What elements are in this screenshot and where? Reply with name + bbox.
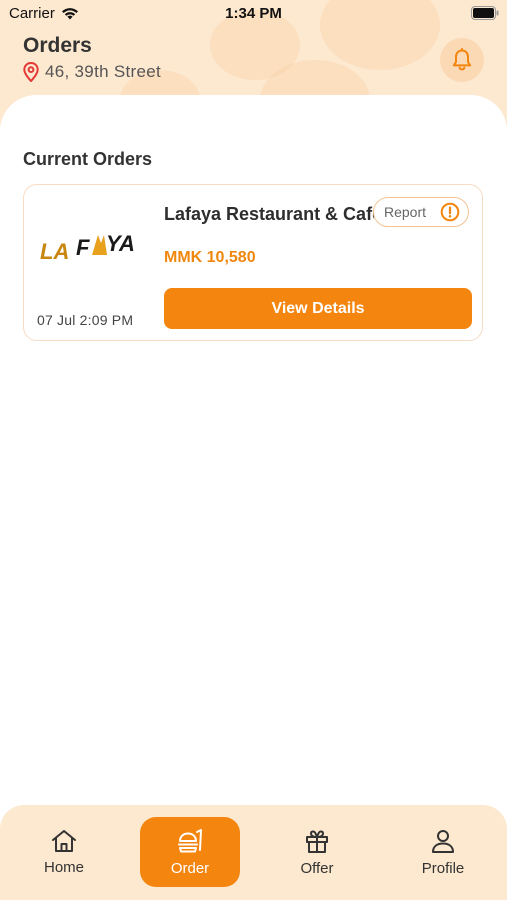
restaurant-name: Lafaya Restaurant & Cafe [164,204,374,224]
status-time: 1:34 PM [225,5,282,22]
order-date: 07 Jul 2:09 PM [37,312,134,328]
report-button[interactable]: Report [373,197,469,227]
view-details-button[interactable]: View Details [164,288,472,329]
map-pin-icon [23,62,39,82]
address-text: 46, 39th Street [45,62,162,81]
restaurant-logo: LA F YA [40,231,135,264]
delivery-address[interactable]: 46, 39th Street [23,62,161,82]
notification-button[interactable] [440,38,484,82]
nav-label-offer: Offer [300,859,334,877]
gift-icon [306,829,328,853]
svg-text:YA: YA [106,231,135,256]
warning-circle-icon [440,202,460,222]
order-price: MMK 10,580 [164,249,256,266]
bell-icon [452,48,472,71]
home-icon [52,829,76,852]
user-icon [432,829,454,853]
report-label: Report [384,204,427,220]
nav-label-profile: Profile [421,859,465,877]
section-title-current-orders: Current Orders [23,149,153,169]
status-bar: Carrier 1:34 PM [0,0,507,28]
svg-text:F: F [76,235,90,260]
nav-label-order: Order [170,859,210,877]
nav-item-home[interactable]: Home [14,817,114,887]
nav-item-offer[interactable]: Offer [267,817,367,887]
order-card[interactable]: LA F YA 07 Jul 2:09 PM Lafaya Restaurant… [23,184,483,341]
order-icon [178,828,202,852]
page-title: Orders [23,34,92,57]
bottom-navigation: Home Order Offer Profile [0,805,507,900]
nav-item-order[interactable]: Order [140,817,240,887]
battery-icon [471,6,499,24]
svg-text:LA: LA [40,239,69,264]
nav-label-home: Home [43,858,84,876]
nav-item-profile[interactable]: Profile [393,817,493,887]
